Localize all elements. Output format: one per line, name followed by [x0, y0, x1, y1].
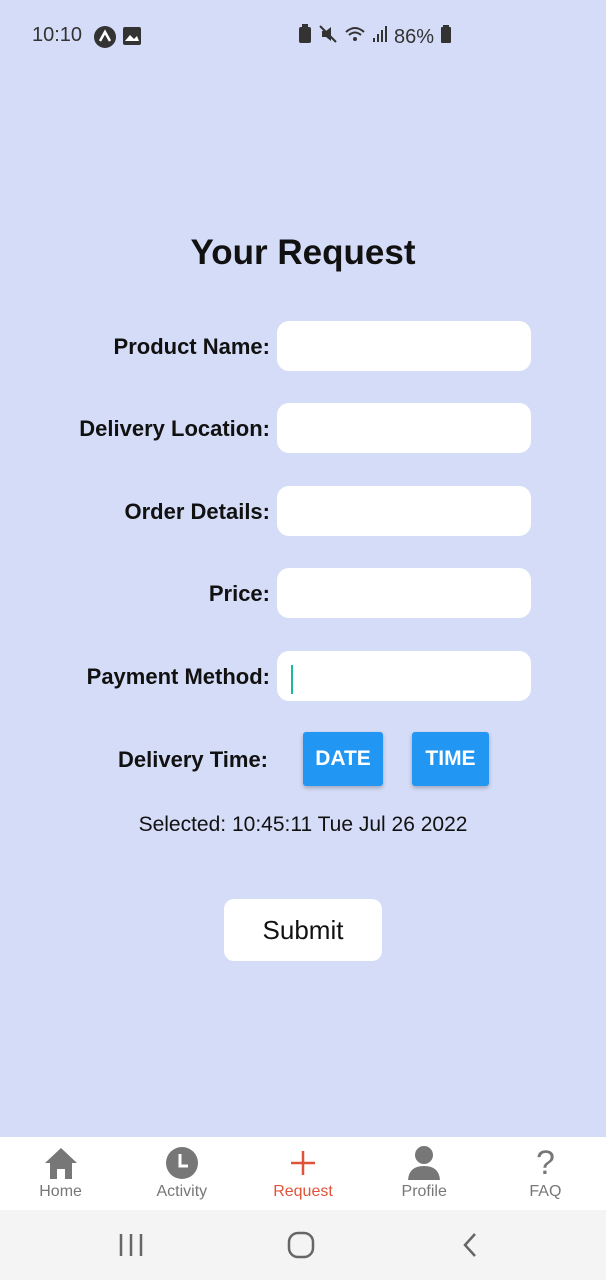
order-details-input[interactable] [277, 486, 531, 536]
tab-profile-label: Profile [401, 1183, 447, 1200]
plus-icon [290, 1143, 316, 1183]
product-name-label: Product Name: [113, 334, 270, 359]
recent-apps-icon[interactable] [118, 1232, 144, 1263]
price-row: Price: [0, 568, 606, 618]
tab-home-label: Home [39, 1183, 82, 1200]
home-nav-icon[interactable] [287, 1231, 315, 1264]
date-button[interactable]: DATE [303, 732, 383, 786]
delivery-time-label: Delivery Time: [118, 747, 269, 772]
app-notification-icon [94, 26, 116, 54]
tab-profile[interactable]: Profile [364, 1137, 485, 1210]
signal-icon [372, 24, 388, 50]
battery-percent: 86% [394, 25, 435, 48]
status-time: 10:10 [32, 24, 83, 46]
mute-icon [318, 24, 338, 50]
battery-icon [440, 24, 452, 50]
tab-faq-label: FAQ [529, 1183, 562, 1200]
price-label: Price: [208, 581, 270, 606]
status-bar: 10:10 86% [0, 22, 606, 52]
price-input[interactable] [277, 568, 531, 618]
delivery-location-label: Delivery Location: [79, 416, 270, 441]
battery-saver-icon [298, 24, 312, 50]
delivery-location-input[interactable] [277, 403, 531, 453]
payment-method-row: Payment Method: [0, 651, 606, 701]
submit-button[interactable]: Submit [224, 899, 382, 961]
payment-method-input[interactable] [277, 651, 531, 701]
back-icon[interactable] [460, 1232, 480, 1263]
home-icon [43, 1143, 79, 1183]
tab-faq[interactable]: ? FAQ [485, 1137, 606, 1210]
wifi-icon [344, 24, 366, 50]
selected-datetime: Selected: 10:45:11 Tue Jul 26 2022 [138, 813, 468, 836]
system-nav-bar [0, 1210, 606, 1280]
payment-method-label: Payment Method: [86, 664, 270, 689]
order-details-row: Order Details: [0, 486, 606, 536]
tab-request[interactable]: Request [242, 1137, 363, 1210]
text-cursor [291, 665, 293, 694]
clock-icon [165, 1143, 199, 1183]
product-name-row: Product Name: [0, 321, 606, 371]
order-details-label: Order Details: [124, 499, 271, 524]
product-name-input[interactable] [277, 321, 531, 371]
bottom-tab-bar: Home Activity Request Profile ? FAQ [0, 1137, 606, 1210]
tab-activity-label: Activity [156, 1183, 208, 1200]
person-icon [407, 1143, 441, 1183]
tab-request-label: Request [273, 1183, 333, 1200]
image-icon [122, 26, 142, 52]
delivery-location-row: Delivery Location: [0, 403, 606, 453]
time-button[interactable]: TIME [412, 732, 489, 786]
page-title: Your Request [190, 233, 416, 272]
tab-home[interactable]: Home [0, 1137, 121, 1210]
tab-activity[interactable]: Activity [121, 1137, 242, 1210]
question-icon: ? [535, 1143, 555, 1182]
